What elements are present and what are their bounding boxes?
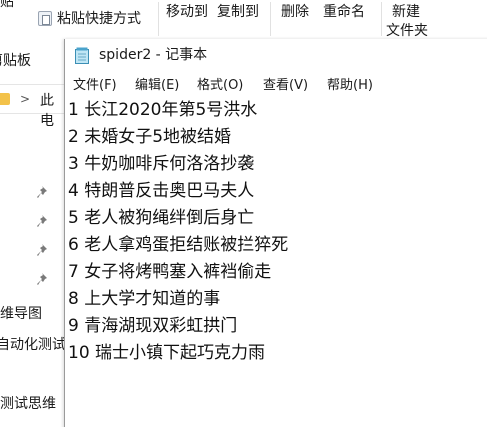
ribbon-divider — [270, 2, 271, 36]
menu-help[interactable]: 帮助(H) — [327, 77, 373, 95]
ribbon-divider — [158, 2, 159, 36]
menu-edit[interactable]: 编辑(E) — [135, 77, 179, 95]
pin-icon[interactable] — [37, 243, 51, 257]
quick-access-item[interactable]: 维导图 — [0, 303, 42, 323]
pin-icon[interactable] — [37, 272, 51, 286]
text-line: 9 青海湖现双彩虹拱门 — [68, 316, 238, 336]
notepad-window: spider2 - 记事本 文件(F) 编辑(E) 格式(O) 查看(V) 帮助… — [64, 39, 487, 427]
copy-to-button[interactable]: 复制到 — [217, 3, 259, 21]
rename-button[interactable]: 重命名 — [323, 3, 365, 21]
breadcrumb[interactable]: 此电 — [40, 90, 66, 130]
text-line: 6 老人拿鸡蛋拒结账被拦猝死 — [68, 235, 289, 255]
quick-access-item[interactable]: 自动化测试 — [0, 334, 66, 354]
menu-view[interactable]: 查看(V) — [263, 77, 308, 95]
chevron-right-icon[interactable]: > — [20, 92, 30, 106]
clipboard-group-label: 剪贴板 — [0, 53, 31, 69]
ribbon-divider — [381, 2, 382, 36]
new-button[interactable]: 新建 — [392, 3, 420, 21]
paste-shortcut-button[interactable]: 粘贴快捷方式 — [57, 10, 141, 28]
menu-bar: 文件(F) 编辑(E) 格式(O) 查看(V) 帮助(H) — [65, 75, 487, 97]
paste-shortcut-icon — [38, 11, 52, 26]
menu-file[interactable]: 文件(F) — [73, 77, 117, 95]
paste-button[interactable]: 粘贴 — [0, 0, 22, 11]
menu-format[interactable]: 格式(O) — [197, 77, 243, 95]
pin-icon[interactable] — [37, 214, 51, 228]
ribbon-toolbar: 粘贴 粘贴快捷方式 移动到 复制到 删除 重命名 新建 文件夹 — [0, 0, 487, 40]
title-bar[interactable]: spider2 - 记事本 — [65, 39, 487, 71]
text-line: 5 老人被狗绳绊倒后身亡 — [68, 208, 255, 228]
text-line: 7 女子将烤鸭塞入裤裆偷走 — [68, 262, 272, 282]
text-line: 3 牛奶咖啡斥何洛洛抄袭 — [68, 154, 255, 174]
delete-button[interactable]: 删除 — [281, 3, 309, 21]
text-editor[interactable]: 1 长江2020年第5号洪水 2 未婚女子5地被结婚 3 牛奶咖啡斥何洛洛抄袭 … — [66, 98, 487, 427]
text-line: 2 未婚女子5地被结婚 — [68, 127, 232, 147]
folder-icon — [0, 93, 10, 105]
clipboard-group: 剪贴板 — [0, 48, 66, 74]
quick-access-item[interactable]: 测试思维 — [0, 393, 56, 413]
text-line: 8 上大学才知道的事 — [68, 289, 221, 309]
pin-icon[interactable] — [37, 185, 51, 199]
address-bar[interactable]: > 此电 — [0, 84, 66, 129]
window-title: spider2 - 记事本 — [99, 47, 208, 63]
new-folder-button[interactable]: 文件夹 — [386, 22, 428, 40]
text-line: 1 长江2020年第5号洪水 — [68, 100, 258, 120]
text-line: 10 瑞士小镇下起巧克力雨 — [68, 343, 266, 363]
text-line: 4 特朗普反击奥巴马夫人 — [68, 181, 255, 201]
notepad-icon — [75, 47, 90, 64]
move-to-button[interactable]: 移动到 — [166, 3, 208, 21]
